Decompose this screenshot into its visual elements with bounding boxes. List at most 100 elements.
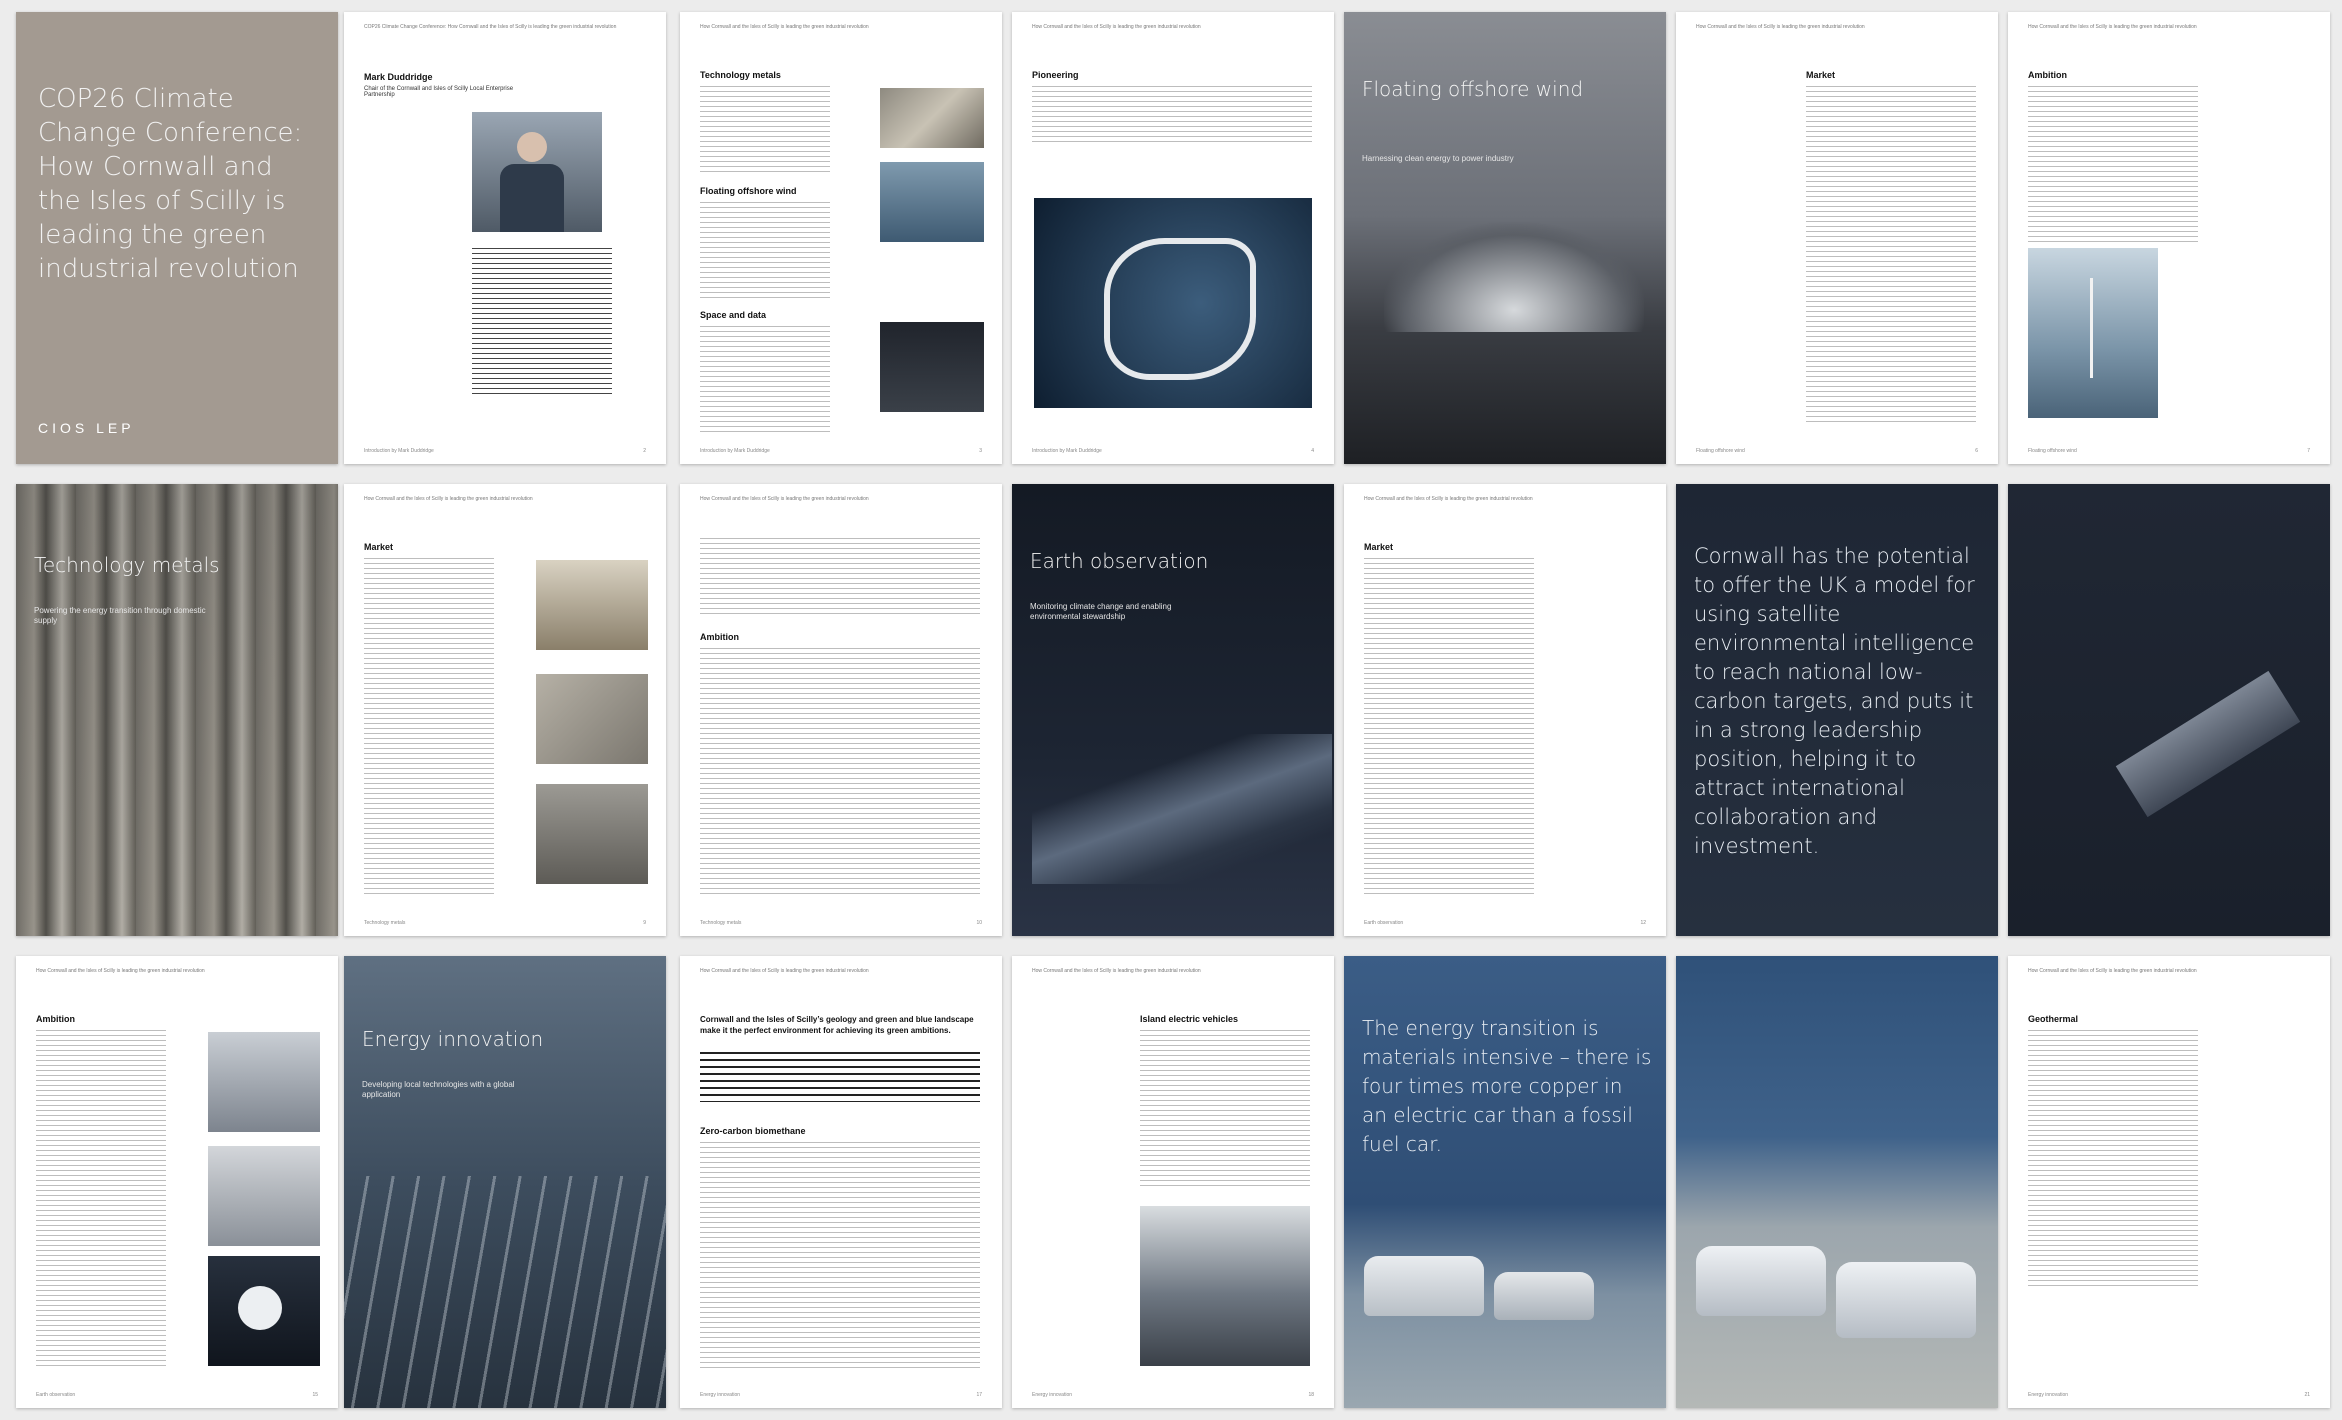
earth-title: Earth observation bbox=[1030, 549, 1209, 573]
body-text bbox=[700, 1142, 980, 1372]
lab-worker-photo bbox=[536, 560, 648, 650]
quote-earth-page[interactable]: Cornwall has the potential to offer the … bbox=[1676, 484, 1998, 936]
page-footer: Energy innovation bbox=[1032, 1392, 1073, 1398]
page-footer: Earth observation bbox=[36, 1392, 76, 1398]
satellite-panel-shape bbox=[1032, 734, 1332, 884]
intro-body-text bbox=[472, 248, 612, 398]
body-text bbox=[700, 648, 980, 898]
satellite-dish-photo bbox=[880, 322, 984, 412]
page-footer: Floating offshore wind bbox=[2028, 448, 2077, 454]
page-number: 15 bbox=[312, 1392, 318, 1398]
metals-subtitle: Powering the energy transition through d… bbox=[34, 606, 206, 625]
quote-energy-page[interactable]: The energy transition is materials inten… bbox=[1344, 956, 1666, 1408]
satellite-shape bbox=[2115, 670, 2301, 818]
running-header: How Cornwall and the Isles of Scilly is … bbox=[36, 968, 205, 974]
page-footer: Technology metals bbox=[700, 920, 742, 926]
section-island-electric-vehicles: Island electric vehicles bbox=[1140, 1014, 1239, 1024]
metals-ambition-page[interactable]: How Cornwall and the Isles of Scilly is … bbox=[680, 484, 1002, 936]
energy-title: Energy innovation bbox=[362, 1027, 544, 1051]
ev-van-right-shape bbox=[1836, 1262, 1976, 1338]
page-footer: Introduction by Mark Duddridge bbox=[1032, 448, 1102, 454]
section-market: Market bbox=[364, 542, 394, 552]
geothermal-page[interactable]: How Cornwall and the Isles of Scilly is … bbox=[2008, 956, 2330, 1408]
bold-body-text bbox=[700, 1052, 980, 1102]
running-header: How Cornwall and the Isles of Scilly is … bbox=[1364, 496, 1533, 502]
intro-name: Mark Duddridge bbox=[364, 72, 433, 82]
metals-market-page[interactable]: How Cornwall and the Isles of Scilly is … bbox=[344, 484, 666, 936]
page-number: 10 bbox=[976, 920, 982, 926]
page-number: 12 bbox=[1640, 920, 1646, 926]
metals-overlay bbox=[16, 484, 338, 936]
ev-fleet-page[interactable] bbox=[1676, 956, 1998, 1408]
section-pioneering: Pioneering bbox=[1032, 70, 1079, 80]
page-number: 21 bbox=[2304, 1392, 2310, 1398]
body-text bbox=[700, 202, 830, 302]
wave-shape bbox=[1384, 222, 1644, 332]
section-geothermal: Geothermal bbox=[2028, 1014, 2079, 1024]
running-header: How Cornwall and the Isles of Scilly is … bbox=[700, 496, 869, 502]
section-technology-metals: Technology metals bbox=[700, 70, 781, 80]
body-text bbox=[2028, 86, 2198, 246]
page-number: 7 bbox=[2307, 448, 2310, 454]
rock-samples-photo bbox=[536, 674, 648, 764]
core-store-photo bbox=[536, 784, 648, 884]
page-number: 6 bbox=[1975, 448, 1978, 454]
section-zero-carbon-biomethane: Zero-carbon biomethane bbox=[700, 1126, 806, 1136]
portrait-suit-shape bbox=[500, 164, 564, 232]
cios-lep-logo: CIOS LEP bbox=[38, 420, 135, 436]
turbine-tower-shape bbox=[2090, 278, 2093, 378]
earth-market-page[interactable]: How Cornwall and the Isles of Scilly is … bbox=[1344, 484, 1666, 936]
pioneering-page[interactable]: How Cornwall and the Isles of Scilly is … bbox=[1012, 12, 1334, 464]
electric-van-shape bbox=[1364, 1256, 1484, 1316]
body-text bbox=[700, 86, 830, 176]
page-footer: Technology metals bbox=[364, 920, 406, 926]
earth-ambition-page[interactable]: How Cornwall and the Isles of Scilly is … bbox=[16, 956, 338, 1408]
intro-page[interactable]: COP26 Climate Change Conference: How Cor… bbox=[344, 12, 666, 464]
dish-antenna-photo bbox=[208, 1256, 320, 1366]
section-market: Market bbox=[1364, 542, 1394, 552]
section-ambition: Ambition bbox=[2028, 70, 2067, 80]
electric-car-shape bbox=[1494, 1272, 1594, 1320]
portrait-photo bbox=[472, 112, 602, 232]
running-header: How Cornwall and the Isles of Scilly is … bbox=[2028, 24, 2197, 30]
page-number: 4 bbox=[1311, 448, 1314, 454]
running-header: COP26 Climate Change Conference: How Cor… bbox=[364, 24, 617, 30]
energy-divider-page[interactable]: Energy innovation Developing local techn… bbox=[344, 956, 666, 1408]
wind-ambition-page[interactable]: How Cornwall and the Isles of Scilly is … bbox=[2008, 12, 2330, 464]
earth-divider-page[interactable]: Earth observation Monitoring climate cha… bbox=[1012, 484, 1334, 936]
contents-page[interactable]: How Cornwall and the Isles of Scilly is … bbox=[680, 12, 1002, 464]
quote-earth-text: Cornwall has the potential to offer the … bbox=[1694, 544, 1975, 858]
section-ambition: Ambition bbox=[36, 1014, 75, 1024]
wind-title: Floating offshore wind bbox=[1362, 77, 1584, 101]
wind-divider-page[interactable]: Floating offshore wind Harnessing clean … bbox=[1344, 12, 1666, 464]
ev-van-left-shape bbox=[1696, 1246, 1826, 1316]
page-footer: Energy innovation bbox=[700, 1392, 741, 1398]
quote-energy-text: The energy transition is materials inten… bbox=[1362, 1016, 1652, 1156]
running-header: How Cornwall and the Isles of Scilly is … bbox=[2028, 968, 2197, 974]
page-number: 2 bbox=[643, 448, 646, 454]
running-header: How Cornwall and the Isles of Scilly is … bbox=[1032, 24, 1201, 30]
page-number: 3 bbox=[979, 448, 982, 454]
energy-subtitle: Developing local technologies with a glo… bbox=[362, 1080, 515, 1099]
page-footer: Energy innovation bbox=[2028, 1392, 2069, 1398]
running-header: How Cornwall and the Isles of Scilly is … bbox=[364, 496, 533, 502]
floating-platform-photo bbox=[1034, 198, 1312, 408]
biomethane-page[interactable]: How Cornwall and the Isles of Scilly is … bbox=[680, 956, 1002, 1408]
metals-divider-page[interactable]: Technology metals Powering the energy tr… bbox=[16, 484, 338, 936]
page-footer: Floating offshore wind bbox=[1696, 448, 1745, 454]
page-number: 17 bbox=[976, 1392, 982, 1398]
wind-turbine-photo bbox=[2028, 248, 2158, 418]
body-text bbox=[1032, 86, 1312, 146]
rock-core-photo bbox=[880, 88, 984, 148]
island-ev-page[interactable]: How Cornwall and the Isles of Scilly is … bbox=[1012, 956, 1334, 1408]
cover-page[interactable]: COP26 Climate Change Conference: How Cor… bbox=[16, 12, 338, 464]
cover-title: COP26 Climate Change Conference: How Cor… bbox=[38, 84, 303, 284]
body-text bbox=[1140, 1030, 1310, 1190]
wind-market-page[interactable]: How Cornwall and the Isles of Scilly is … bbox=[1676, 12, 1998, 464]
server-room-photo bbox=[208, 1032, 320, 1132]
running-header: How Cornwall and the Isles of Scilly is … bbox=[1696, 24, 1865, 30]
ev-charging-photo bbox=[1140, 1206, 1310, 1366]
page-footer: Introduction by Mark Duddridge bbox=[700, 448, 770, 454]
satellite-image-page[interactable] bbox=[2008, 484, 2330, 936]
page-footer: Earth observation bbox=[1364, 920, 1404, 926]
